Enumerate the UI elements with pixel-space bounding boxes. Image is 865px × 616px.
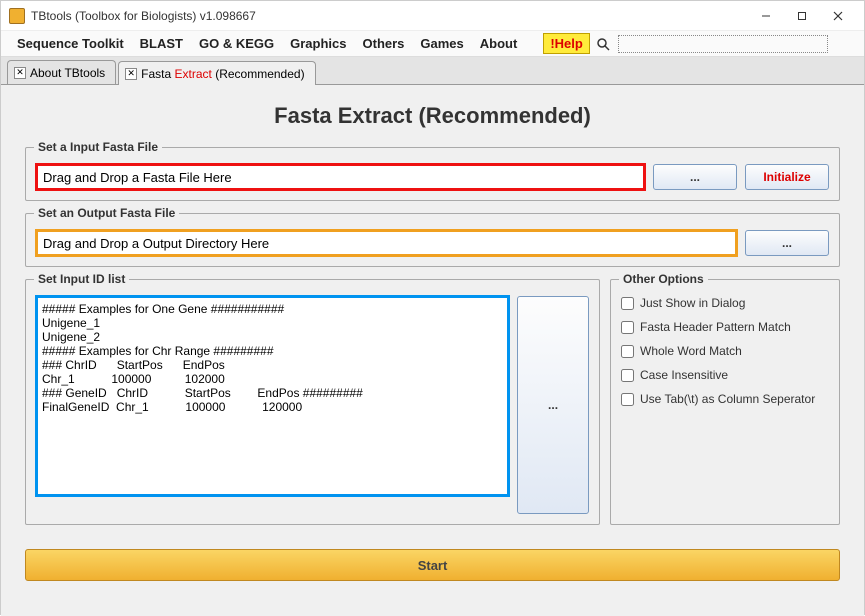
checkbox-tab-separator[interactable] xyxy=(621,393,634,406)
menu-bar: Sequence Toolkit BLAST GO & KEGG Graphic… xyxy=(1,31,864,57)
menu-blast[interactable]: BLAST xyxy=(132,32,191,55)
option-label: Case Insensitive xyxy=(640,368,728,382)
option-case-insensitive[interactable]: Case Insensitive xyxy=(621,368,829,382)
option-just-show[interactable]: Just Show in Dialog xyxy=(621,296,829,310)
initialize-button[interactable]: Initialize xyxy=(745,164,829,190)
help-button[interactable]: !Help xyxy=(543,33,590,54)
output-fasta-browse-button[interactable]: ... xyxy=(745,230,829,256)
id-list-browse-button[interactable]: ... xyxy=(517,296,589,514)
app-icon xyxy=(9,8,25,24)
id-list-legend: Set Input ID list xyxy=(34,272,129,286)
close-button[interactable] xyxy=(820,4,856,28)
title-bar: TBtools (Toolbox for Biologists) v1.0986… xyxy=(1,1,864,31)
option-label: Use Tab(\t) as Column Seperator xyxy=(640,392,815,406)
input-fasta-fieldset: Set a Input Fasta File ... Initialize xyxy=(25,147,840,201)
page-title: Fasta Extract (Recommended) xyxy=(25,103,840,129)
input-fasta-browse-button[interactable]: ... xyxy=(653,164,737,190)
options-fieldset: Other Options Just Show in Dialog Fasta … xyxy=(610,279,840,525)
option-label: Fasta Header Pattern Match xyxy=(640,320,791,334)
checkbox-whole-word[interactable] xyxy=(621,345,634,358)
minimize-button[interactable] xyxy=(748,4,784,28)
option-pattern-match[interactable]: Fasta Header Pattern Match xyxy=(621,320,829,334)
menu-others[interactable]: Others xyxy=(355,32,413,55)
tab-close-icon[interactable]: ✕ xyxy=(125,68,137,80)
menu-about[interactable]: About xyxy=(472,32,526,55)
option-label: Just Show in Dialog xyxy=(640,296,745,310)
tab-about-tbtools[interactable]: ✕ About TBtools xyxy=(7,60,116,84)
option-tab-separator[interactable]: Use Tab(\t) as Column Seperator xyxy=(621,392,829,406)
checkbox-case-insensitive[interactable] xyxy=(621,369,634,382)
maximize-icon xyxy=(797,11,807,21)
option-whole-word[interactable]: Whole Word Match xyxy=(621,344,829,358)
menu-games[interactable]: Games xyxy=(412,32,471,55)
search-button[interactable] xyxy=(594,35,612,53)
content-area: Fasta Extract (Recommended) Set a Input … xyxy=(1,85,864,616)
window-title: TBtools (Toolbox for Biologists) v1.0986… xyxy=(31,9,748,23)
search-icon xyxy=(596,37,610,51)
close-icon xyxy=(833,11,843,21)
output-fasta-field[interactable] xyxy=(36,230,737,256)
tab-label: About TBtools xyxy=(30,66,105,80)
maximize-button[interactable] xyxy=(784,4,820,28)
menu-go-kegg[interactable]: GO & KEGG xyxy=(191,32,282,55)
id-list-fieldset: Set Input ID list ... xyxy=(25,279,600,525)
input-fasta-field[interactable] xyxy=(36,164,645,190)
menu-sequence-toolkit[interactable]: Sequence Toolkit xyxy=(9,32,132,55)
minimize-icon xyxy=(761,11,771,21)
menu-graphics[interactable]: Graphics xyxy=(282,32,354,55)
start-button[interactable]: Start xyxy=(25,549,840,581)
input-fasta-legend: Set a Input Fasta File xyxy=(34,140,162,154)
tab-fasta-extract[interactable]: ✕ Fasta Extract (Recommended) xyxy=(118,61,315,85)
option-label: Whole Word Match xyxy=(640,344,742,358)
checkbox-just-show[interactable] xyxy=(621,297,634,310)
options-legend: Other Options xyxy=(619,272,708,286)
tab-close-icon[interactable]: ✕ xyxy=(14,67,26,79)
checkbox-pattern-match[interactable] xyxy=(621,321,634,334)
output-fasta-fieldset: Set an Output Fasta File ... xyxy=(25,213,840,267)
output-fasta-legend: Set an Output Fasta File xyxy=(34,206,179,220)
tab-strip: ✕ About TBtools ✕ Fasta Extract (Recomme… xyxy=(1,57,864,85)
id-list-textarea[interactable] xyxy=(36,296,509,496)
search-input-placeholder[interactable] xyxy=(618,35,828,53)
tab-label: Fasta Extract (Recommended) xyxy=(141,67,304,81)
